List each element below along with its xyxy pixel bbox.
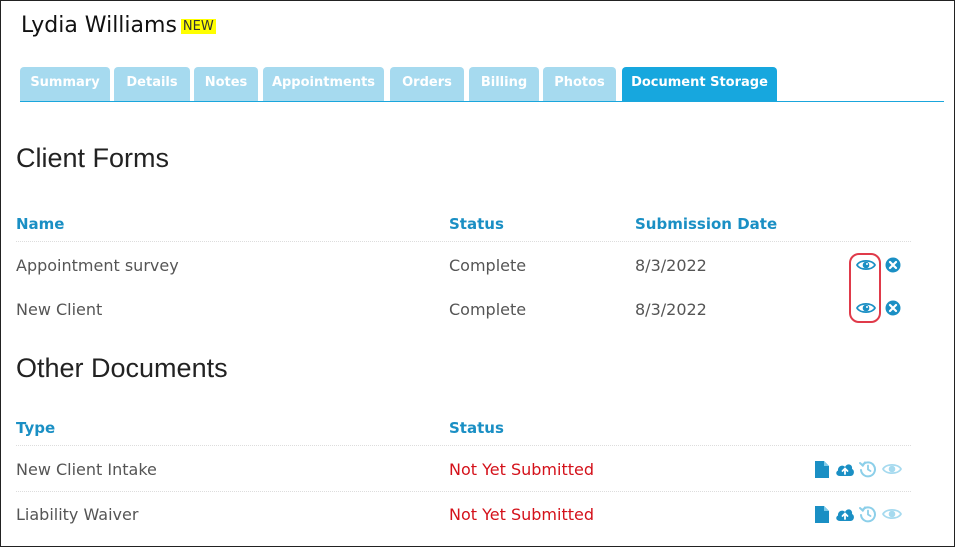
delete-circle-icon[interactable]	[885, 300, 901, 316]
col-header-status[interactable]: Status	[449, 419, 504, 437]
tab-orders[interactable]: Orders	[390, 67, 464, 101]
document-status: Not Yet Submitted	[449, 460, 594, 479]
new-badge: NEW	[180, 19, 216, 34]
tab-notes[interactable]: Notes	[194, 67, 258, 101]
tab-bar: Summary Details Notes Appointments Order…	[20, 67, 944, 102]
divider	[16, 491, 911, 492]
form-status: Complete	[449, 300, 527, 319]
cloud-upload-icon[interactable]	[835, 506, 855, 522]
tab-summary[interactable]: Summary	[20, 67, 110, 101]
tab-appointments[interactable]: Appointments	[263, 67, 384, 101]
col-header-name[interactable]: Name	[16, 215, 64, 233]
form-submission-date: 8/3/2022	[635, 300, 707, 319]
client-forms-title: Client Forms	[16, 143, 170, 173]
cloud-upload-icon[interactable]	[835, 461, 855, 477]
document-status: Not Yet Submitted	[449, 505, 594, 524]
history-icon[interactable]	[859, 460, 877, 478]
other-documents-title: Other Documents	[16, 353, 228, 383]
document-type: Liability Waiver	[16, 505, 139, 524]
view-icons-highlight	[849, 253, 881, 323]
eye-icon[interactable]	[882, 462, 902, 476]
col-header-status[interactable]: Status	[449, 215, 504, 233]
file-icon[interactable]	[814, 460, 830, 479]
tab-photos[interactable]: Photos	[543, 67, 616, 101]
form-submission-date: 8/3/2022	[635, 256, 707, 275]
eye-icon[interactable]	[882, 507, 902, 521]
col-header-submission-date[interactable]: Submission Date	[635, 215, 777, 233]
divider	[16, 445, 911, 446]
client-name-header: Lydia Williams NEW	[21, 13, 216, 38]
form-name: New Client	[16, 300, 103, 319]
tab-document-storage[interactable]: Document Storage	[622, 67, 777, 101]
form-name: Appointment survey	[16, 256, 179, 275]
document-type: New Client Intake	[16, 460, 157, 479]
document-storage-panel: Lydia Williams NEW Summary Details Notes …	[0, 0, 955, 547]
form-status: Complete	[449, 256, 527, 275]
client-name: Lydia Williams	[21, 13, 177, 38]
divider	[16, 241, 911, 242]
col-header-type[interactable]: Type	[16, 419, 55, 437]
history-icon[interactable]	[859, 505, 877, 523]
tab-details[interactable]: Details	[114, 67, 190, 101]
delete-circle-icon[interactable]	[885, 257, 901, 273]
tab-billing[interactable]: Billing	[469, 67, 539, 101]
file-icon[interactable]	[814, 505, 830, 524]
